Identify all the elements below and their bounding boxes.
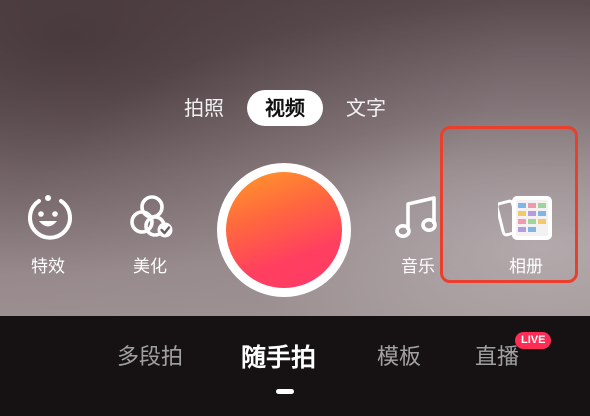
tab-template[interactable]: 模板 [377, 338, 421, 378]
record-inner-circle [226, 172, 342, 288]
live-badge: LIVE [515, 332, 552, 349]
tab-live[interactable]: 直播 [475, 338, 519, 378]
music-note-icon [395, 196, 437, 238]
mode-tab-text[interactable]: 文字 [340, 88, 392, 128]
bottom-mode-bar: 多段拍 随手拍 模板 直播 LIVE [0, 316, 590, 416]
record-button[interactable] [217, 163, 351, 297]
beauty-label: 美化 [133, 257, 167, 277]
beauty-button[interactable]: 美化 [115, 190, 185, 290]
effects-button[interactable]: 特效 [13, 190, 83, 290]
mode-tab-video[interactable]: 视频 [247, 90, 323, 126]
photo-album-icon [498, 196, 552, 240]
smiley-face-icon [28, 195, 72, 240]
tab-multi-segment[interactable]: 多段拍 [117, 338, 183, 378]
camera-screen: 拍照 视频 文字 特效 美化 音乐 相册 多段拍 随手拍 模板 直播 LIVE [0, 0, 590, 416]
album-button[interactable]: 相册 [491, 190, 561, 290]
beauty-circles-icon [130, 195, 173, 238]
active-tab-indicator [276, 389, 294, 394]
mode-tab-photo[interactable]: 拍照 [178, 88, 230, 128]
tab-quick-shot[interactable]: 随手拍 [241, 338, 316, 378]
album-label: 相册 [509, 257, 543, 277]
effects-label: 特效 [31, 257, 65, 277]
